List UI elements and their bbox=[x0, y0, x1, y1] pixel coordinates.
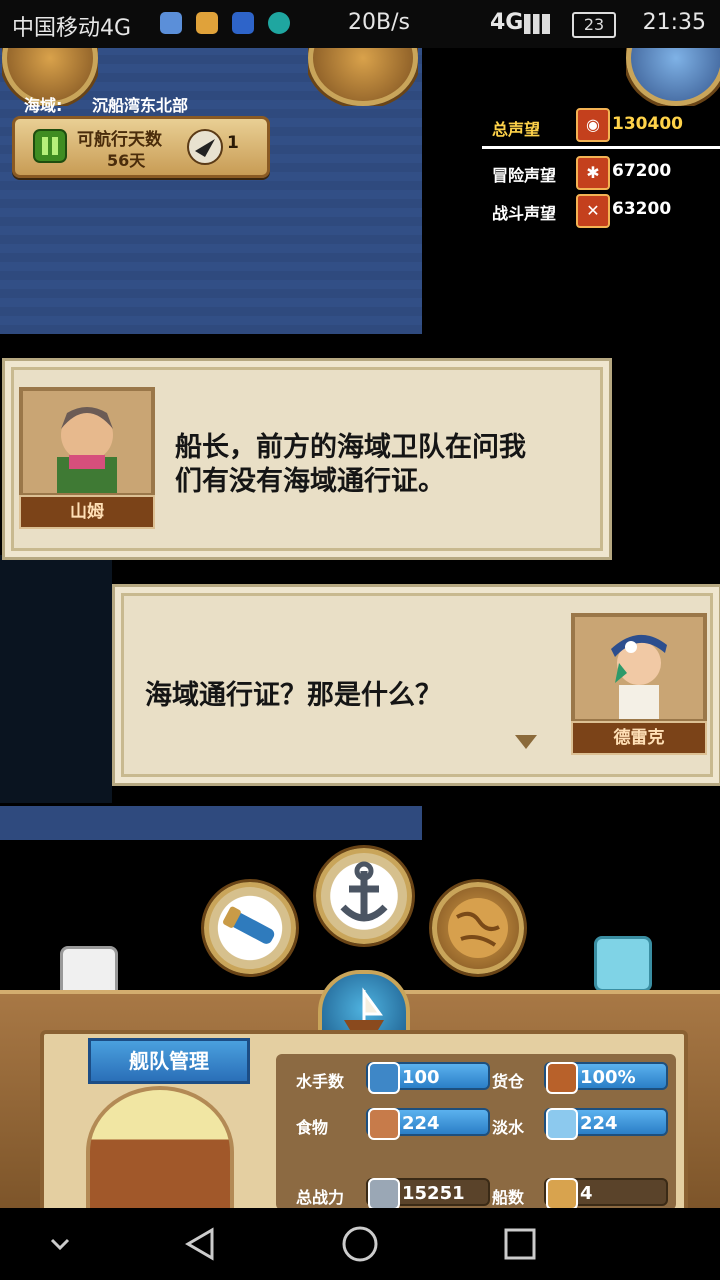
sailing-days-panel: 可航行天数 56天 1 bbox=[12, 116, 270, 178]
cargo-icon bbox=[546, 1062, 578, 1094]
dialog-box-sam[interactable]: 山姆 船长，前方的海域卫队在问我 们有没有海域通行证。 bbox=[2, 358, 612, 560]
total-power-label: 总战力 bbox=[296, 1188, 345, 1207]
home-icon[interactable] bbox=[340, 1224, 380, 1264]
fleet-management-title[interactable]: 舰队管理 bbox=[88, 1038, 250, 1084]
ship-icon bbox=[546, 1178, 578, 1210]
ships-label: 船数 bbox=[492, 1188, 525, 1207]
carrier-label: 中国移动4G bbox=[12, 16, 132, 41]
water-jug-icon bbox=[546, 1108, 578, 1140]
anchor-button[interactable] bbox=[316, 848, 412, 944]
drake-portrait bbox=[571, 613, 707, 723]
battle-reputation-label: 战斗声望 bbox=[492, 204, 557, 223]
total-reputation-label: 总声望 bbox=[492, 120, 541, 139]
crossed-swords-icon bbox=[368, 1178, 400, 1210]
fleet-ship-image[interactable] bbox=[86, 1086, 234, 1218]
speaker-nameplate-sam: 山姆 bbox=[19, 495, 155, 529]
network-type: 4G bbox=[490, 10, 524, 35]
sailor-icon bbox=[368, 1062, 400, 1094]
reputation-divider bbox=[482, 146, 720, 149]
sea-region-name: 沉船湾东北部 bbox=[91, 96, 188, 115]
dialog-box-drake[interactable]: 海域通行证？那是什么？ 德雷克 bbox=[112, 584, 720, 786]
globe-button[interactable] bbox=[432, 882, 524, 974]
battle-reputation-value: 63200 bbox=[612, 199, 672, 219]
sea-region-label: 海域: bbox=[24, 96, 63, 115]
sailors-label: 水手数 bbox=[296, 1072, 345, 1091]
meat-icon bbox=[368, 1108, 400, 1140]
sea-map-dark bbox=[0, 555, 112, 803]
adventure-reputation-label: 冒险声望 bbox=[492, 166, 557, 185]
signal-icon bbox=[524, 14, 550, 34]
total-reputation-value: 130400 bbox=[612, 114, 683, 134]
dialog-text-line: 们有没有海域通行证。 bbox=[175, 466, 445, 497]
sea-map-strip bbox=[0, 806, 422, 840]
compass-icon bbox=[187, 129, 223, 165]
app-notification-icon bbox=[196, 12, 218, 34]
dialog-text-line: 船长，前方的海域卫队在问我 bbox=[175, 432, 526, 463]
spyglass-icon bbox=[222, 906, 275, 944]
dialog-text-sam: 船长，前方的海域卫队在问我 们有没有海域通行证。 bbox=[175, 431, 526, 499]
food-label: 食物 bbox=[296, 1118, 329, 1137]
app-notification-icon bbox=[160, 12, 182, 34]
battery-icon: 23 bbox=[572, 12, 616, 38]
sam-portrait bbox=[19, 387, 155, 497]
android-nav-bar bbox=[0, 1208, 720, 1280]
sea-region: 海域: 沉船湾东北部 bbox=[24, 92, 188, 116]
network-speed: 20B/s bbox=[348, 10, 410, 35]
chevron-down-icon[interactable] bbox=[48, 1234, 72, 1254]
anchor-icon bbox=[340, 861, 388, 922]
pause-icon[interactable] bbox=[33, 129, 67, 163]
adventure-reputation-value: 67200 bbox=[612, 161, 672, 181]
blue-cat-mascot-icon[interactable] bbox=[594, 936, 652, 992]
battle-reputation-icon: ✕ bbox=[576, 194, 610, 228]
shield-icon bbox=[232, 12, 254, 34]
total-reputation-icon: ◉ bbox=[576, 108, 610, 142]
recents-icon[interactable] bbox=[502, 1226, 538, 1262]
status-bar: 中国移动4G 20B/s 4G 23 21:35 bbox=[0, 0, 720, 48]
sailing-days-value: 56天 bbox=[107, 151, 146, 170]
adventure-reputation-icon: ✱ bbox=[576, 156, 610, 190]
dialog-text-drake: 海域通行证？那是什么？ bbox=[145, 680, 442, 711]
spyglass-button[interactable] bbox=[204, 882, 296, 974]
clock: 21:35 bbox=[642, 10, 706, 35]
water-label: 淡水 bbox=[492, 1118, 525, 1137]
continue-arrow-icon[interactable] bbox=[515, 735, 537, 749]
timer-icon bbox=[268, 12, 290, 34]
globe-icon bbox=[448, 898, 508, 958]
speaker-nameplate-drake: 德雷克 bbox=[571, 721, 707, 755]
cargo-label: 货仓 bbox=[492, 1072, 525, 1091]
back-icon[interactable] bbox=[182, 1226, 218, 1262]
ship-count: 1 bbox=[227, 133, 239, 153]
